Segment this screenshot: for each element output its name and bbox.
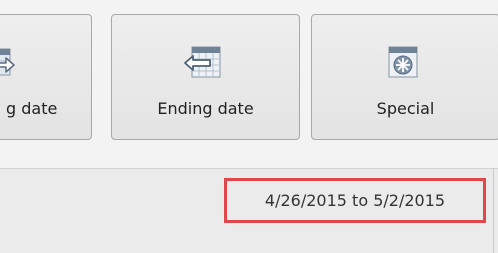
special-calendar-icon (383, 43, 423, 87)
panel-divider (493, 168, 494, 253)
special-label: Special (376, 99, 435, 118)
date-range-text: 4/26/2015 to 5/2/2015 (224, 178, 486, 223)
ending-date-label: Ending date (157, 99, 254, 118)
ending-date-button[interactable]: Ending date (111, 14, 300, 140)
toolbar: g date Ending date Special (0, 0, 498, 163)
starting-date-label: g date (6, 99, 58, 118)
special-button[interactable]: Special (311, 14, 498, 140)
start-date-arrow-icon (0, 43, 36, 87)
ending-date-arrow-icon (182, 43, 224, 87)
starting-date-button[interactable]: g date (0, 14, 92, 140)
